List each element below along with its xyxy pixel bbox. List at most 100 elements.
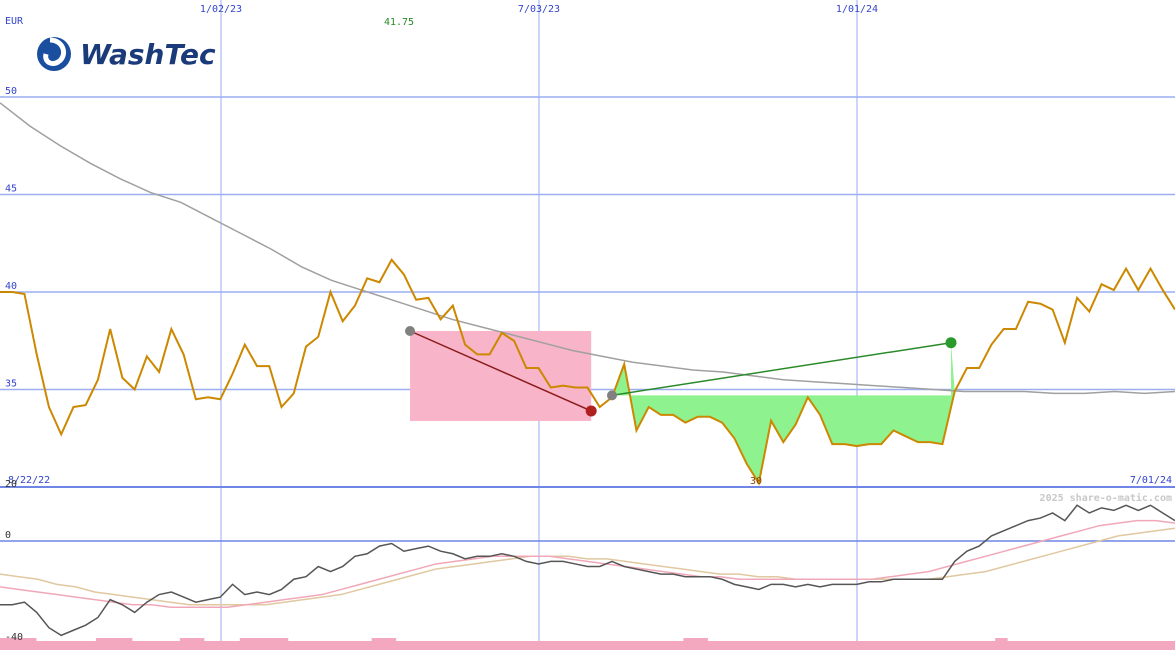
stock-chart: EUR1/02/23 7/03/23 1/01/245045403541.75308…	[0, 0, 1175, 650]
volume-bar	[887, 641, 900, 650]
volume-bar	[791, 641, 804, 650]
volume-bar	[647, 641, 660, 650]
volume-bar	[743, 641, 756, 650]
volume-bar	[1007, 641, 1020, 650]
volume-bar	[479, 641, 493, 650]
volume-bar	[455, 641, 469, 650]
volume-bar	[335, 641, 349, 650]
volume-bar	[959, 641, 972, 650]
volume-bar	[1103, 641, 1116, 650]
volume-bar	[371, 638, 385, 650]
volume-bar	[875, 641, 888, 650]
volume-bar	[1055, 641, 1068, 650]
axis-labels: EUR1/02/23 7/03/23 1/01/245045403541.75308…	[5, 4, 1172, 643]
logo-text: WashTec	[80, 38, 216, 71]
volume-bar	[719, 641, 732, 650]
volume-bar	[83, 641, 97, 650]
volume-bar	[191, 638, 205, 650]
volume-bar	[275, 638, 289, 650]
volume-bar	[851, 641, 864, 650]
indicator-y-tick-label: 0	[5, 530, 11, 541]
loss-end-marker	[585, 405, 597, 417]
low-value-label: 30	[750, 476, 762, 487]
volume-bar	[515, 641, 529, 650]
volume-bar	[419, 641, 433, 650]
x-end-label: 7/01/24	[1130, 475, 1172, 486]
loss-area	[410, 331, 592, 421]
signal-start-marker	[405, 326, 416, 336]
indicator-y-tick-label: 20	[5, 479, 17, 490]
y-tick-label: 50	[5, 86, 17, 97]
volume-bar	[227, 641, 241, 650]
volume-bar	[815, 641, 828, 650]
currency-label: EUR	[5, 16, 24, 27]
volume-bar	[1019, 641, 1032, 650]
volume-bar	[575, 641, 588, 650]
volume-bar	[659, 641, 672, 650]
volume-bar	[1139, 641, 1152, 650]
washtec-logo: WashTec	[37, 37, 216, 71]
volume-bar	[143, 641, 157, 650]
volume-bar	[923, 641, 936, 650]
y-tick-label: 40	[5, 281, 17, 292]
volume-bar	[707, 641, 720, 650]
volume-bar	[539, 641, 553, 650]
watermark: 2025 share-o-matic.com	[1040, 492, 1172, 504]
volume-bar	[71, 641, 85, 650]
volume-bar	[263, 638, 277, 650]
gain-area	[611, 342, 955, 484]
volume-bar	[1031, 641, 1044, 650]
volume-bar	[563, 641, 577, 650]
volume-bar	[107, 638, 121, 650]
volume-bar	[755, 641, 768, 650]
volume-bar	[443, 641, 457, 650]
volume-bar	[239, 638, 253, 650]
indicator-y-tick-label: -40	[5, 632, 23, 643]
volume-bar	[59, 641, 73, 650]
volume-bar	[611, 641, 624, 650]
x-tick-label: 1/02/23	[200, 4, 242, 15]
volume-bar	[47, 641, 61, 650]
volume-bar	[395, 641, 409, 650]
volume-bar	[491, 641, 505, 650]
volume-bar	[623, 641, 636, 650]
volume-bar	[1067, 641, 1080, 650]
volume-bar	[767, 641, 780, 650]
volume-bar	[287, 641, 301, 650]
volume-bar	[995, 638, 1008, 650]
signal-start-marker	[606, 390, 617, 401]
volume-bar	[359, 641, 373, 650]
volume-bar	[671, 641, 684, 650]
volume-bar	[551, 641, 565, 650]
volume-bar	[803, 641, 816, 650]
high-value-label: 41.75	[384, 17, 414, 28]
volume-bar	[899, 641, 912, 650]
volume-bar	[695, 638, 708, 650]
volume-bar	[911, 641, 924, 650]
volume-bars	[0, 638, 1175, 650]
volume-bar	[503, 641, 517, 650]
x-tick-label: 1/01/24	[836, 4, 878, 15]
volume-bar	[971, 641, 984, 650]
volume-bar	[179, 638, 193, 650]
volume-bar	[95, 638, 109, 650]
volume-bar	[299, 641, 313, 650]
y-tick-label: 45	[5, 184, 17, 195]
volume-bar	[1151, 641, 1164, 650]
volume-bar	[347, 641, 361, 650]
volume-bar	[167, 641, 181, 650]
volume-bar	[383, 638, 397, 650]
volume-bar	[935, 641, 948, 650]
volume-bar	[431, 641, 445, 650]
volume-bar	[683, 638, 696, 650]
gain-end-marker	[945, 337, 957, 349]
volume-bar	[863, 641, 876, 650]
signal-areas	[410, 331, 955, 484]
volume-bar	[203, 641, 217, 650]
indicator-line	[0, 504, 1175, 637]
x-tick-label: 7/03/23	[518, 4, 560, 15]
volume-bar	[407, 641, 421, 650]
volume-bar	[311, 641, 325, 650]
volume-bar	[1091, 641, 1104, 650]
volume-bar	[779, 641, 792, 650]
